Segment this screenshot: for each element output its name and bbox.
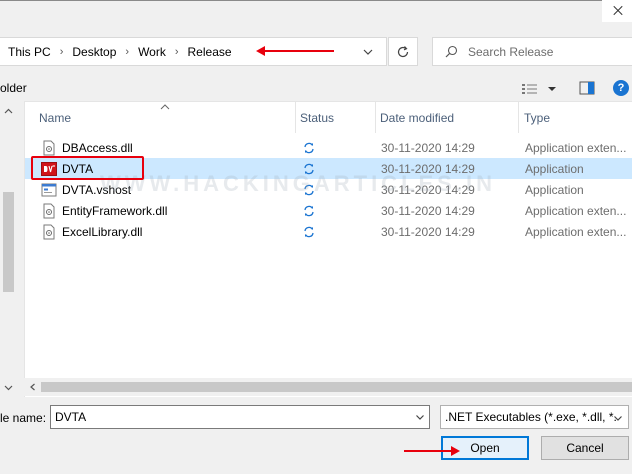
file-list[interactable]: Name Status Date modified Type DBAccess.… bbox=[24, 101, 632, 397]
scroll-up-icon[interactable] bbox=[4, 107, 13, 116]
close-icon[interactable] bbox=[602, 0, 632, 22]
view-options-button[interactable] bbox=[521, 80, 561, 98]
file-name-input[interactable]: DVTA bbox=[50, 405, 430, 429]
file-name: EntityFramework.dll bbox=[62, 203, 168, 218]
column-header-label: Status bbox=[300, 110, 335, 125]
window-top-border bbox=[0, 0, 632, 1]
file-type: Application exten... bbox=[525, 224, 627, 239]
breadcrumb-separator-icon[interactable]: › bbox=[125, 46, 129, 58]
caret-down-icon bbox=[548, 87, 556, 91]
exe-file-icon bbox=[41, 183, 57, 196]
file-date: 30-11-2020 14:29 bbox=[381, 203, 475, 218]
nav-scrollbar-thumb[interactable] bbox=[3, 192, 14, 292]
horizontal-scrollbar-thumb[interactable] bbox=[41, 382, 632, 392]
watermark-text: WWW.HACKINGARTICLES.IN bbox=[100, 171, 496, 196]
preview-pane-icon[interactable] bbox=[579, 80, 595, 96]
sync-icon bbox=[304, 205, 314, 216]
breadcrumb-desktop[interactable]: Desktop bbox=[72, 45, 116, 59]
file-date: 30-11-2020 14:29 bbox=[381, 224, 475, 239]
chevron-down-icon[interactable] bbox=[415, 412, 425, 422]
annotation-highlight-box bbox=[31, 156, 144, 180]
dll-file-icon bbox=[43, 224, 55, 239]
file-type: Application exten... bbox=[525, 140, 627, 155]
dll-file-icon bbox=[43, 140, 55, 155]
search-box[interactable]: Search Release bbox=[432, 37, 632, 66]
column-header-status[interactable]: Status bbox=[286, 102, 376, 133]
scroll-down-icon[interactable] bbox=[4, 383, 13, 392]
file-date: 30-11-2020 14:29 bbox=[381, 140, 475, 155]
refresh-icon bbox=[397, 45, 409, 57]
file-type: Application bbox=[525, 182, 584, 197]
file-type: Application exten... bbox=[525, 203, 627, 218]
annotation-arrow-icon bbox=[256, 46, 334, 56]
sync-icon bbox=[304, 142, 314, 153]
breadcrumb-separator-icon[interactable]: › bbox=[60, 46, 64, 58]
file-name: DBAccess.dll bbox=[62, 140, 133, 155]
column-header-type[interactable]: Type bbox=[510, 102, 630, 133]
file-type: Application bbox=[525, 161, 584, 176]
file-name-value: DVTA bbox=[55, 410, 87, 424]
breadcrumb-this-pc[interactable]: This PC bbox=[8, 45, 51, 59]
dll-file-icon bbox=[43, 203, 55, 218]
chevron-down-icon[interactable] bbox=[613, 413, 623, 423]
file-type-value: .NET Executables (*.exe, *.dll, *. bbox=[445, 410, 617, 424]
breadcrumb-work[interactable]: Work bbox=[138, 45, 166, 59]
column-header-label: Type bbox=[524, 110, 551, 125]
cancel-button[interactable]: Cancel bbox=[541, 436, 629, 460]
refresh-button[interactable] bbox=[388, 37, 418, 66]
horizontal-scrollbar[interactable] bbox=[24, 378, 632, 396]
column-header-label: Date modified bbox=[380, 110, 455, 125]
file-name-label: le name: bbox=[0, 411, 47, 425]
sync-icon bbox=[304, 226, 314, 237]
details-view-icon bbox=[522, 84, 537, 94]
column-header-date-modified[interactable]: Date modified bbox=[366, 102, 516, 133]
help-icon[interactable]: ? bbox=[613, 80, 629, 96]
column-header-label: Name bbox=[39, 110, 72, 125]
file-row-entityframework[interactable]: EntityFramework.dll 30-11-2020 14:29 App… bbox=[25, 200, 632, 221]
search-icon bbox=[445, 45, 458, 58]
file-name: ExcelLibrary.dll bbox=[62, 224, 143, 239]
breadcrumb-release[interactable]: Release bbox=[188, 45, 232, 59]
breadcrumb-separator-icon[interactable]: › bbox=[175, 46, 179, 58]
scroll-left-icon[interactable] bbox=[29, 383, 37, 391]
file-row-excellibrary[interactable]: ExcelLibrary.dll 30-11-2020 14:29 Applic… bbox=[25, 221, 632, 242]
new-folder-label[interactable]: older bbox=[0, 81, 27, 95]
chevron-down-icon[interactable] bbox=[362, 46, 374, 58]
annotation-arrow-icon bbox=[404, 446, 460, 456]
column-header-name[interactable]: Name bbox=[25, 102, 295, 133]
file-type-select[interactable]: .NET Executables (*.exe, *.dll, *. bbox=[440, 405, 629, 429]
search-input[interactable]: Search Release bbox=[468, 45, 553, 59]
file-row-dbaccess[interactable]: DBAccess.dll 30-11-2020 14:29 Applicatio… bbox=[25, 137, 632, 158]
